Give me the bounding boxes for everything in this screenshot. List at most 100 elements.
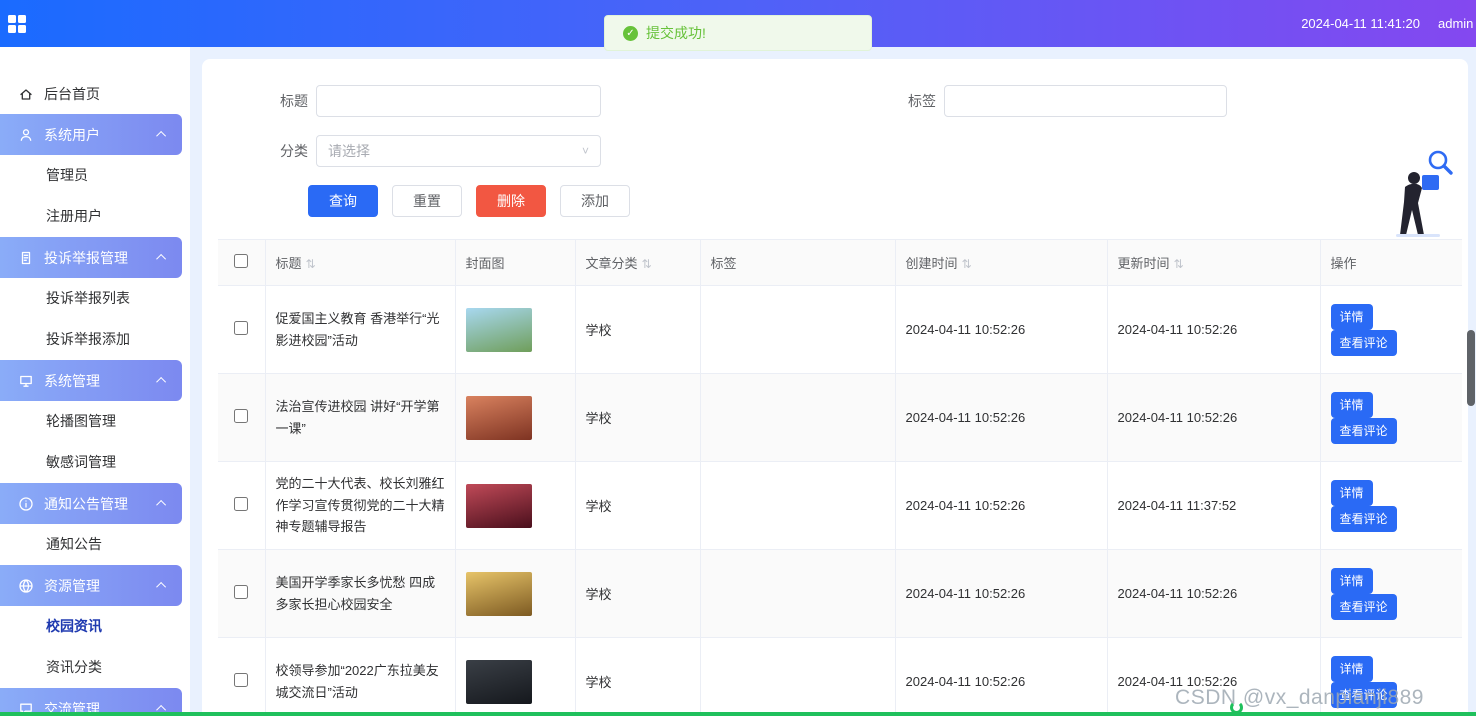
tag-filter-label: 标签: [908, 93, 936, 109]
progress-bar: [0, 712, 1476, 716]
row-checkbox[interactable]: [234, 409, 249, 423]
cover-image-autumn-campus-path: [465, 571, 532, 616]
detail-button[interactable]: 详情: [1330, 303, 1373, 330]
row-checkbox[interactable]: [234, 497, 249, 511]
table-row: 美国开学季家长多忧愁 四成多家长担心校园安全 学校 2024-04-11 10:52…: [218, 549, 1462, 638]
sidebar-subitem-1-1[interactable]: 注册用户: [0, 196, 190, 237]
sidebar-subitem-1-0[interactable]: 管理员: [0, 155, 190, 196]
watermark-text: CSDN @vx_danpianji889: [1175, 686, 1424, 709]
sidebar-group-5[interactable]: 资源管理: [0, 565, 182, 606]
success-check-icon: ✓: [623, 25, 638, 41]
reset-button[interactable]: 重置: [392, 185, 462, 217]
sidebar-group-label: 通知公告管理: [44, 495, 128, 512]
cover-cell: [455, 549, 576, 638]
view-comments-button[interactable]: 查看评论: [1330, 329, 1397, 356]
created-cell: 2024-04-11 10:52:26: [895, 637, 1108, 716]
category-filter-label: 分类: [280, 143, 308, 159]
sidebar-subitem-5-0[interactable]: 校园资讯: [0, 606, 190, 647]
sidebar-subitem-2-1[interactable]: 投诉举报添加: [0, 319, 190, 360]
sidebar-group-label: 系统用户: [44, 126, 100, 143]
main-panel: 标题 标签 分类 请选择 ˅ 查询 重置 删除 添加 标题 ⇅ 封面图 文章分类…: [202, 59, 1468, 716]
column-header[interactable]: 创建时间 ⇅: [895, 239, 1108, 286]
tag-cell: [700, 549, 896, 638]
cover-image-dark-video-grid: [465, 659, 532, 704]
cover-image-red-stage-hall: [465, 483, 532, 528]
table-row: 促爱国主义教育 香港举行“光影进校园”活动 学校 2024-04-11 10:52:…: [218, 285, 1462, 374]
tag-filter-input[interactable]: [944, 85, 1227, 117]
updated-cell: 2024-04-11 10:52:26: [1107, 373, 1321, 462]
sidebar-item-0[interactable]: 后台首页: [0, 73, 190, 114]
globe-icon: [18, 578, 34, 594]
created-cell: 2024-04-11 10:52:26: [895, 549, 1108, 638]
sort-icon[interactable]: ⇅: [1174, 257, 1184, 271]
column-header[interactable]: 更新时间 ⇅: [1107, 239, 1321, 286]
row-checkbox[interactable]: [234, 673, 249, 687]
report-icon: [18, 250, 34, 266]
success-toast: ✓ 提交成功!: [604, 15, 872, 51]
sort-icon[interactable]: ⇅: [962, 257, 972, 271]
title-filter-label: 标题: [280, 93, 308, 109]
detail-button[interactable]: 详情: [1330, 479, 1373, 506]
table-row: 法治宣传进校园 讲好“开学第一课” 学校 2024-04-11 10:52:26 20…: [218, 373, 1462, 462]
tag-cell: [700, 285, 896, 374]
toast-message: 提交成功!: [646, 25, 706, 41]
row-checkbox[interactable]: [234, 585, 249, 599]
updated-cell: 2024-04-11 10:52:26: [1107, 549, 1321, 638]
category-select[interactable]: 请选择 ˅: [316, 135, 601, 167]
title-filter-input[interactable]: [316, 85, 601, 117]
detail-button[interactable]: 详情: [1330, 567, 1373, 594]
view-comments-button[interactable]: 查看评论: [1330, 505, 1397, 532]
title-cell: 美国开学季家长多忧愁 四成多家长担心校园安全: [265, 549, 456, 638]
row-checkbox[interactable]: [234, 321, 249, 335]
updated-cell: 2024-04-11 11:37:52: [1107, 461, 1321, 550]
select-all-checkbox[interactable]: [234, 254, 249, 268]
sidebar-group-3[interactable]: 系统管理: [0, 360, 182, 401]
view-comments-button[interactable]: 查看评论: [1330, 417, 1397, 444]
detail-button[interactable]: 详情: [1330, 655, 1373, 682]
header-clock: 2024-04-11 11:41:20: [1301, 16, 1420, 31]
category-cell: 学校: [575, 285, 701, 374]
sort-icon[interactable]: ⇅: [306, 257, 316, 271]
sidebar-subitem-3-0[interactable]: 轮播图管理: [0, 401, 190, 442]
filter-form: 标题 标签 分类 请选择 ˅ 查询 重置 删除 添加: [202, 59, 1468, 237]
table-row: 党的二十大代表、校长刘雅红作学习宣传贯彻党的二十大精神专题辅导报告 学校 2024-…: [218, 461, 1462, 550]
cover-cell: [455, 637, 576, 716]
category-cell: 学校: [575, 637, 701, 716]
sidebar-subitem-4-0[interactable]: 通知公告: [0, 524, 190, 565]
sidebar-subitem-3-1[interactable]: 敏感词管理: [0, 442, 190, 483]
add-button[interactable]: 添加: [560, 185, 630, 217]
app-menu-grid-icon[interactable]: [8, 14, 26, 33]
column-header[interactable]: 文章分类 ⇅: [575, 239, 701, 286]
search-illustration: [1392, 147, 1456, 239]
chevron-up-icon: [156, 581, 167, 592]
chevron-up-icon: [156, 253, 167, 264]
view-comments-button[interactable]: 查看评论: [1330, 593, 1397, 620]
title-cell: 校领导参加“2022广东拉美友城交流日”活动: [265, 637, 456, 716]
sidebar-group-1[interactable]: 系统用户: [0, 114, 182, 155]
sidebar-subitem-5-1[interactable]: 资讯分类: [0, 647, 190, 688]
header-right: 2024-04-11 11:41:20 admin: [1301, 16, 1476, 31]
sidebar-group-4[interactable]: 通知公告管理: [0, 483, 182, 524]
detail-button[interactable]: 详情: [1330, 391, 1373, 418]
search-button[interactable]: 查询: [308, 185, 378, 217]
column-header[interactable]: 标题 ⇅: [265, 239, 456, 286]
created-cell: 2024-04-11 10:52:26: [895, 461, 1108, 550]
header-username[interactable]: admin: [1438, 16, 1476, 31]
tag-cell: [700, 373, 896, 462]
page-scrollbar-thumb[interactable]: [1467, 330, 1475, 406]
column-header: 封面图: [455, 239, 576, 286]
title-cell: 促爱国主义教育 香港举行“光影进校园”活动: [265, 285, 456, 374]
sort-icon[interactable]: ⇅: [642, 257, 652, 271]
title-cell: 党的二十大代表、校长刘雅红作学习宣传贯彻党的二十大精神专题辅导报告: [265, 461, 456, 550]
user-icon: [18, 127, 34, 143]
chevron-up-icon: [156, 499, 167, 510]
sidebar: 后台首页系统用户管理员 注册用户 投诉举报管理 投诉举报列表 投诉举报添加系统管理轮播图…: [0, 47, 190, 716]
articles-table: 标题 ⇅ 封面图 文章分类 ⇅ 标签 创建时间 ⇅ 更新时间 ⇅ 操作 促爱国主义教育 香港举行“光…: [218, 239, 1462, 716]
sidebar-subitem-2-0[interactable]: 投诉举报列表: [0, 278, 190, 319]
table-body: 促爱国主义教育 香港举行“光影进校园”活动 学校 2024-04-11 10:52:…: [218, 285, 1462, 716]
cover-cell: [455, 461, 576, 550]
sidebar-group-label: 系统管理: [44, 372, 100, 389]
sidebar-group-2[interactable]: 投诉举报管理: [0, 237, 182, 278]
delete-button[interactable]: 删除: [476, 185, 546, 217]
cover-cell: [455, 373, 576, 462]
